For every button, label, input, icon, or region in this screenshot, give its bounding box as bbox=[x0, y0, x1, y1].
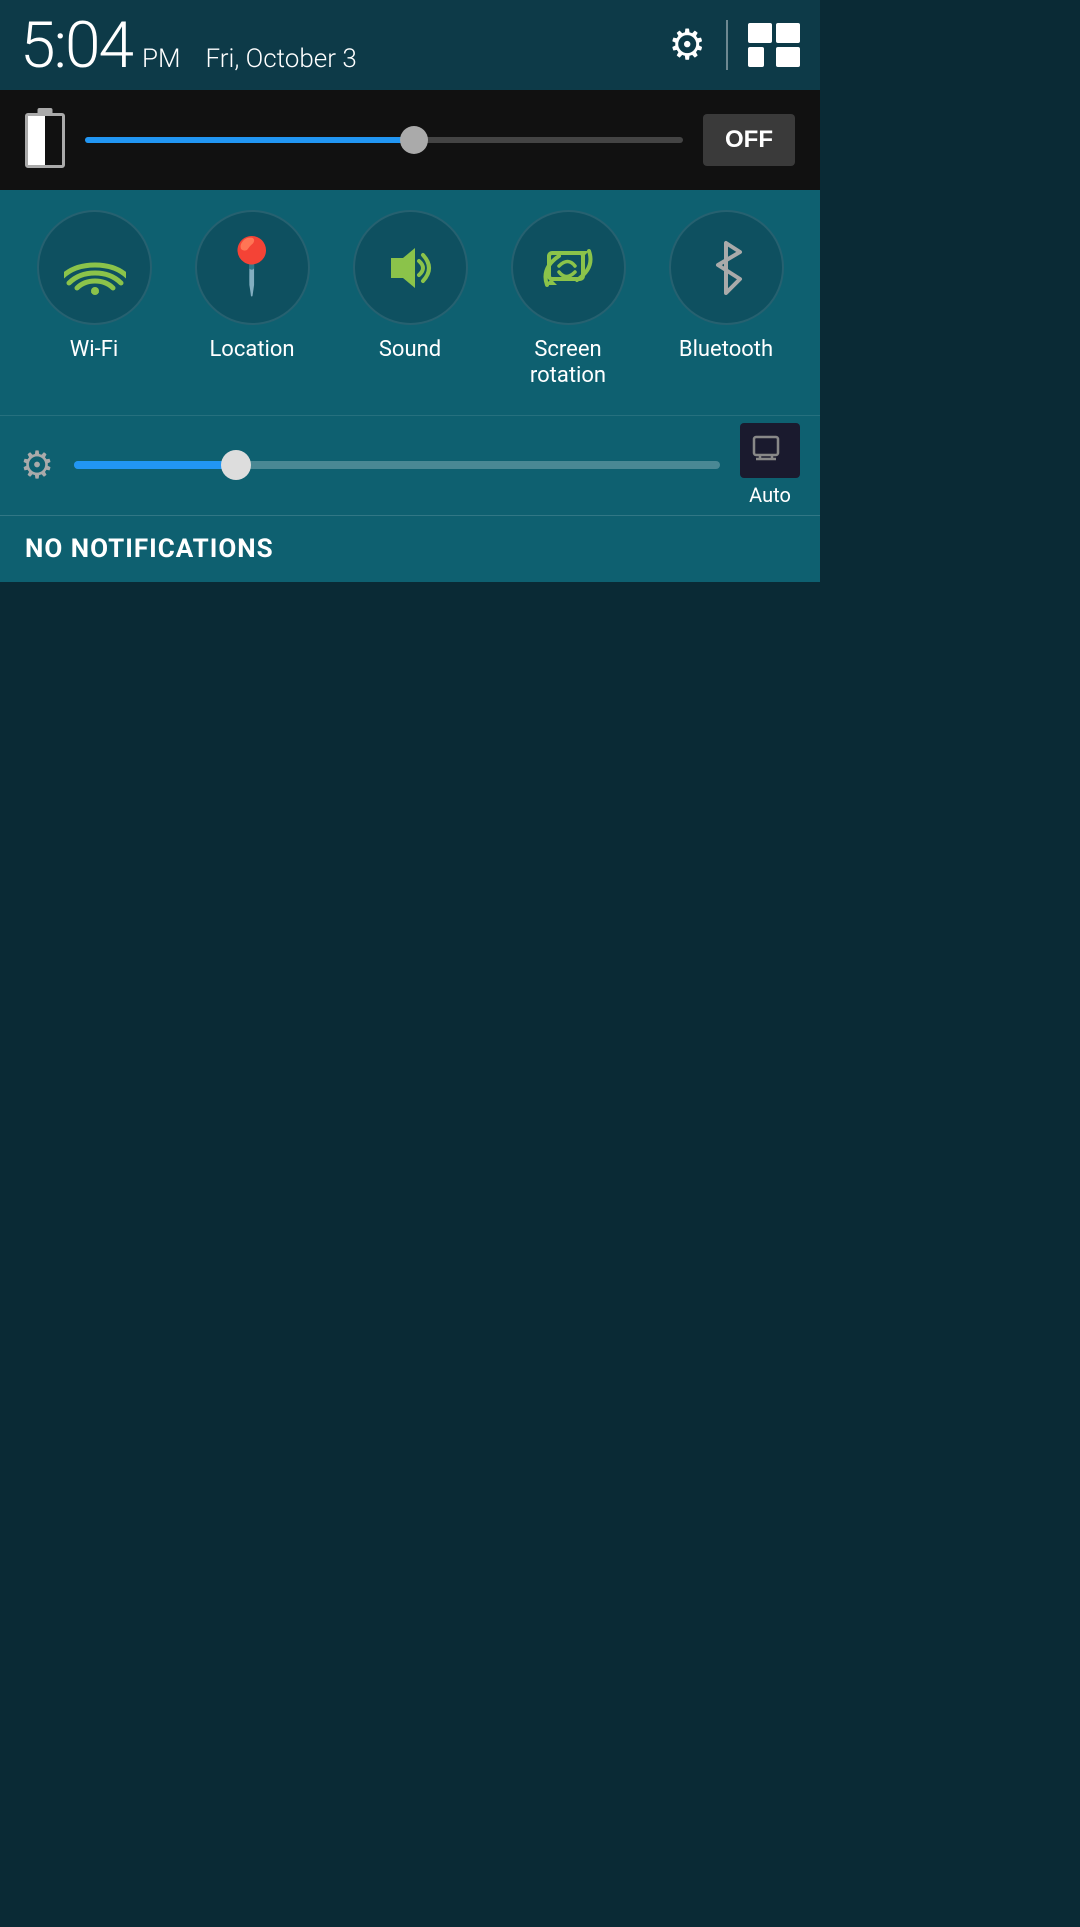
bluetooth-label: Bluetooth bbox=[679, 337, 773, 363]
auto-brightness-section[interactable]: Auto bbox=[740, 423, 800, 507]
auto-icon bbox=[752, 433, 788, 469]
no-notifications-text: NO NOTIFICATIONS bbox=[25, 534, 274, 564]
status-icons: ⚙ bbox=[668, 20, 800, 70]
wifi-icon bbox=[64, 245, 124, 290]
clock-time: 5:04 bbox=[20, 8, 132, 83]
quick-settings-panel: Wi-Fi 📍 Location Sound bbox=[0, 190, 820, 415]
brightness-gear-icon: ⚙ bbox=[20, 443, 54, 488]
brightness-thumb-2 bbox=[221, 450, 251, 480]
settings-gear-icon[interactable]: ⚙ bbox=[668, 20, 706, 70]
sound-label: Sound bbox=[379, 337, 441, 363]
quick-setting-location[interactable]: 📍 Location bbox=[195, 210, 310, 363]
screen-rotation-circle bbox=[511, 210, 626, 325]
quick-setting-sound[interactable]: Sound bbox=[353, 210, 468, 363]
quick-setting-screen-rotation[interactable]: Screen rotation bbox=[511, 210, 626, 390]
screen-rotation-icon bbox=[539, 239, 597, 297]
sound-circle bbox=[353, 210, 468, 325]
brightness-fill bbox=[85, 137, 414, 143]
brightness-slider[interactable] bbox=[85, 137, 683, 143]
clock-ampm: PM bbox=[142, 44, 181, 74]
screen-rotation-label: Screen rotation bbox=[530, 337, 606, 390]
time-section: 5:04 PM Fri, October 3 bbox=[20, 8, 357, 83]
brightness-thumb bbox=[400, 126, 428, 154]
battery-fill bbox=[28, 116, 45, 165]
quick-settings-row: Wi-Fi 📍 Location Sound bbox=[15, 210, 805, 390]
brightness-panel-bottom: ⚙ Auto bbox=[0, 415, 820, 515]
multi-window-icon[interactable] bbox=[748, 23, 800, 67]
wifi-circle bbox=[37, 210, 152, 325]
bluetooth-icon bbox=[702, 238, 750, 298]
auto-label: Auto bbox=[749, 483, 791, 507]
location-icon: 📍 bbox=[218, 240, 286, 295]
sound-icon bbox=[381, 243, 439, 293]
auto-box bbox=[740, 423, 800, 478]
quick-setting-bluetooth[interactable]: Bluetooth bbox=[669, 210, 784, 363]
brightness-panel-top: OFF bbox=[0, 90, 820, 190]
icon-divider bbox=[726, 20, 728, 70]
off-button[interactable]: OFF bbox=[703, 114, 795, 166]
empty-area bbox=[0, 582, 820, 1927]
location-circle: 📍 bbox=[195, 210, 310, 325]
bluetooth-circle bbox=[669, 210, 784, 325]
wifi-label: Wi-Fi bbox=[70, 337, 118, 363]
no-notifications-bar: NO NOTIFICATIONS bbox=[0, 515, 820, 582]
battery-icon bbox=[25, 113, 65, 168]
quick-setting-wifi[interactable]: Wi-Fi bbox=[37, 210, 152, 363]
brightness-slider-2[interactable] bbox=[74, 461, 720, 469]
date-display: Fri, October 3 bbox=[205, 44, 356, 74]
brightness-fill-2 bbox=[74, 461, 235, 469]
location-label: Location bbox=[209, 337, 294, 363]
status-bar: 5:04 PM Fri, October 3 ⚙ bbox=[0, 0, 820, 90]
